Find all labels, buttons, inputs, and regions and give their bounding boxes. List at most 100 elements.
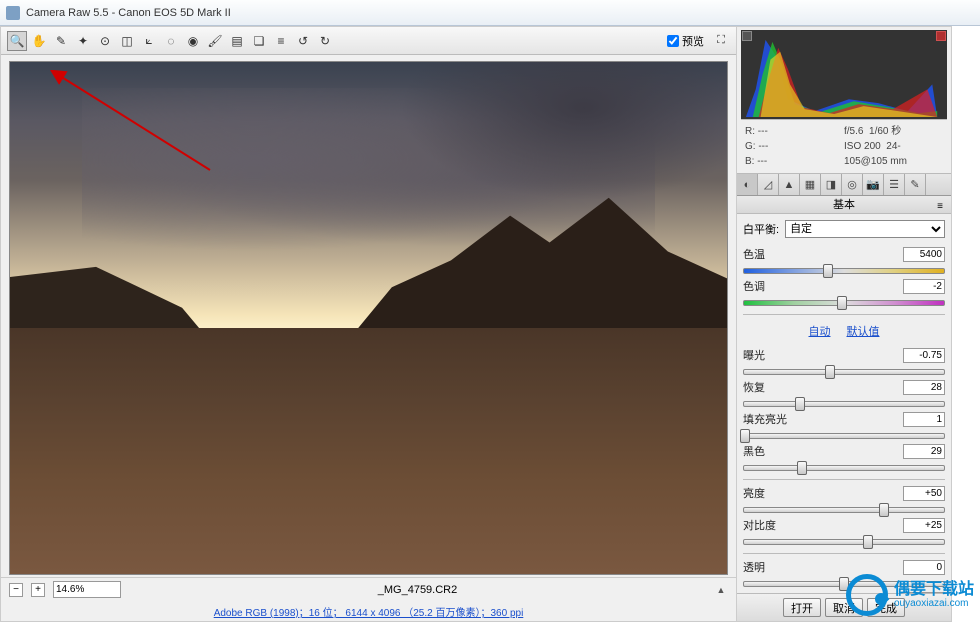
- toolbar: 🔍 ✋ ✎ ✦ ⊙ ◫ ⟀ ◌ ◉ 🖌 ▤ ❏ ≡ ↺ ↻ 预览 ⛶: [1, 27, 736, 55]
- recovery-value[interactable]: 28: [903, 380, 945, 395]
- panel-title: 基本 ≡: [737, 196, 951, 214]
- brightness-label: 亮度: [743, 485, 765, 501]
- tab-detail-icon[interactable]: ▲: [779, 174, 800, 195]
- zoom-tool-icon[interactable]: 🔍: [7, 31, 27, 51]
- straighten-tool-icon[interactable]: ⟀: [139, 31, 159, 51]
- tint-value[interactable]: -2: [903, 279, 945, 294]
- clarity-label: 透明: [743, 559, 765, 575]
- contrast-slider[interactable]: 对比度 +25: [743, 517, 945, 547]
- tint-slider[interactable]: 色调 -2: [743, 278, 945, 308]
- adjustment-brush-icon[interactable]: 🖌: [205, 31, 225, 51]
- tab-snapshots-icon[interactable]: ✎: [905, 174, 926, 195]
- exposure-thumb[interactable]: [825, 365, 835, 379]
- redeye-tool-icon[interactable]: ◉: [183, 31, 203, 51]
- aperture-value: f/5.6: [844, 126, 863, 137]
- clone-tool-icon[interactable]: ❏: [249, 31, 269, 51]
- tab-hsl-icon[interactable]: ▦: [800, 174, 821, 195]
- clarity-slider[interactable]: 透明 0: [743, 559, 945, 589]
- b-value: B: ---: [745, 154, 844, 169]
- recovery-slider[interactable]: 恢复 28: [743, 379, 945, 409]
- preview-canvas: [10, 62, 727, 574]
- open-button[interactable]: 打开: [783, 598, 821, 617]
- contrast-value[interactable]: +25: [903, 518, 945, 533]
- r-value: R: ---: [745, 124, 844, 139]
- g-value: G: ---: [745, 139, 844, 154]
- left-pane: 🔍 ✋ ✎ ✦ ⊙ ◫ ⟀ ◌ ◉ 🖌 ▤ ❏ ≡ ↺ ↻ 预览 ⛶: [0, 26, 737, 622]
- eyedropper-tool-icon[interactable]: ✎: [51, 31, 71, 51]
- rotate-cw-icon[interactable]: ↻: [315, 31, 335, 51]
- preview-label: 预览: [682, 33, 704, 49]
- fullscreen-icon[interactable]: ⛶: [712, 32, 730, 50]
- titlebar: Camera Raw 5.5 - Canon EOS 5D Mark II: [0, 0, 980, 26]
- temperature-value[interactable]: 5400: [903, 247, 945, 262]
- blacks-thumb[interactable]: [797, 461, 807, 475]
- preview-checkbox[interactable]: 预览: [667, 33, 704, 49]
- right-pane: R: --- G: --- B: --- f/5.6 1/60 秒 ISO 20…: [737, 26, 952, 622]
- cancel-button[interactable]: 取消: [825, 598, 863, 617]
- annotation-arrow: [50, 70, 220, 175]
- basic-panel: 白平衡: 自定 色温5400色调-2自动默认值曝光-0.75恢复28填充亮光1黑…: [737, 214, 951, 593]
- exposure-slider[interactable]: 曝光 -0.75: [743, 347, 945, 377]
- app-icon: [6, 6, 20, 20]
- temperature-thumb[interactable]: [823, 264, 833, 278]
- tab-camera-icon[interactable]: 📷: [863, 174, 884, 195]
- tint-thumb[interactable]: [837, 296, 847, 310]
- fill-slider[interactable]: 填充亮光1: [743, 411, 945, 441]
- blacks-label: 黑色: [743, 443, 765, 459]
- spot-removal-icon[interactable]: ◌: [161, 31, 181, 51]
- graduated-filter-icon[interactable]: ▤: [227, 31, 247, 51]
- temperature-slider[interactable]: 色温 5400: [743, 246, 945, 276]
- fill-thumb[interactable]: [740, 429, 750, 443]
- brightness-slider[interactable]: 亮度 +50: [743, 485, 945, 515]
- exposure-value[interactable]: -0.75: [903, 348, 945, 363]
- auto-link[interactable]: 自动: [809, 326, 831, 338]
- tab-split-icon[interactable]: ◨: [821, 174, 842, 195]
- shutter-value: 1/60 秒: [869, 126, 901, 137]
- contrast-thumb[interactable]: [863, 535, 873, 549]
- brightness-value[interactable]: +50: [903, 486, 945, 501]
- tab-lens-icon[interactable]: ◎: [842, 174, 863, 195]
- filmstrip-toggle-icon[interactable]: ▲: [714, 583, 728, 597]
- main-container: 🔍 ✋ ✎ ✦ ⊙ ◫ ⟀ ◌ ◉ 🖌 ▤ ❏ ≡ ↺ ↻ 预览 ⛶: [0, 26, 980, 622]
- temperature-label: 色温: [743, 246, 765, 262]
- default-link[interactable]: 默认值: [847, 326, 880, 338]
- hand-tool-icon[interactable]: ✋: [29, 31, 49, 51]
- contrast-label: 对比度: [743, 517, 776, 533]
- color-sampler-icon[interactable]: ✦: [73, 31, 93, 51]
- action-buttons: 打开 取消 完成: [737, 593, 951, 621]
- iso-value: ISO 200: [844, 141, 881, 152]
- recovery-thumb[interactable]: [795, 397, 805, 411]
- target-adjust-icon[interactable]: ⊙: [95, 31, 115, 51]
- blacks-value[interactable]: 29: [903, 444, 945, 459]
- clarity-value[interactable]: 0: [903, 560, 945, 575]
- tab-presets-icon[interactable]: ☰: [884, 174, 905, 195]
- clarity-thumb[interactable]: [839, 577, 849, 591]
- camera-info: R: --- G: --- B: --- f/5.6 1/60 秒 ISO 20…: [737, 120, 951, 174]
- workflow-options-link[interactable]: Adobe RGB (1998)；16 位； 6144 x 4096 （25.2…: [1, 601, 736, 621]
- wb-label: 白平衡:: [743, 221, 779, 237]
- panel-menu-icon[interactable]: ≡: [933, 198, 947, 212]
- preview-footer: − + _MG_4759.CR2 ▲: [1, 577, 736, 601]
- highlight-clip-icon[interactable]: [936, 31, 946, 41]
- shadow-clip-icon[interactable]: [742, 31, 752, 41]
- brightness-thumb[interactable]: [879, 503, 889, 517]
- zoom-level-select[interactable]: [53, 581, 121, 598]
- recovery-label: 恢复: [743, 379, 765, 395]
- exposure-label: 曝光: [743, 347, 765, 363]
- filename-label: _MG_4759.CR2: [129, 584, 706, 596]
- tab-curve-icon[interactable]: ◿: [758, 174, 779, 195]
- done-button[interactable]: 完成: [867, 598, 905, 617]
- tint-label: 色调: [743, 278, 765, 294]
- rotate-ccw-icon[interactable]: ↺: [293, 31, 313, 51]
- preview-check-input[interactable]: [667, 35, 679, 47]
- zoom-in-button[interactable]: +: [31, 583, 45, 597]
- tab-basic-icon[interactable]: ◐: [737, 174, 758, 195]
- blacks-slider[interactable]: 黑色 29: [743, 443, 945, 473]
- zoom-out-button[interactable]: −: [9, 583, 23, 597]
- fill-value[interactable]: 1: [903, 412, 945, 427]
- preferences-icon[interactable]: ≡: [271, 31, 291, 51]
- image-preview[interactable]: [9, 61, 728, 575]
- white-balance-select[interactable]: 自定: [785, 220, 945, 238]
- histogram[interactable]: [741, 30, 947, 120]
- crop-tool-icon[interactable]: ◫: [117, 31, 137, 51]
